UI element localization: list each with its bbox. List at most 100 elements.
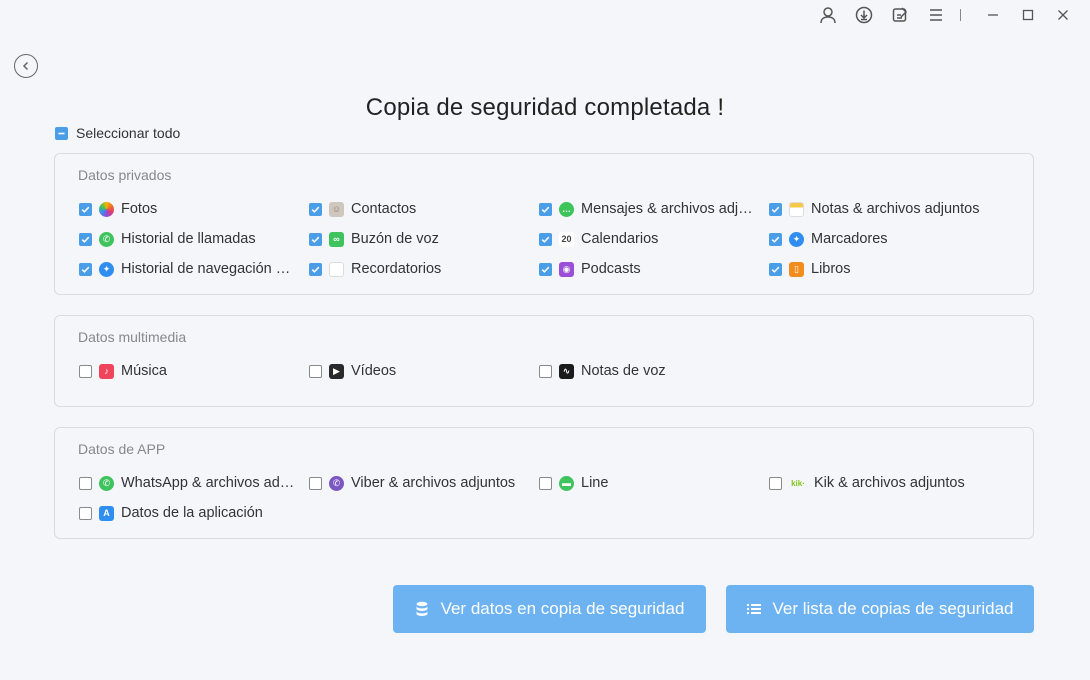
item-label: Marcadores [811, 231, 888, 247]
back-button[interactable] [14, 54, 38, 78]
database-icon [416, 601, 428, 616]
data-type-item[interactable]: ✦ Marcadores [769, 229, 888, 249]
videos-icon: ▶ [329, 363, 344, 379]
minimize-button[interactable] [975, 1, 1010, 29]
voice-memos-icon: ∿ [559, 363, 574, 379]
data-type-item[interactable]: ☺ Contactos [309, 199, 416, 219]
select-all-checkbox[interactable]: Seleccionar todo [55, 125, 180, 141]
data-type-item[interactable]: ▬ Line [539, 473, 608, 493]
item-label: Fotos [121, 201, 158, 217]
account-button[interactable] [810, 1, 846, 29]
notes-icon [789, 201, 804, 217]
data-type-item[interactable]: ♪ Música [79, 361, 167, 381]
data-type-item[interactable]: ▯ Libros [769, 259, 851, 279]
checked-checkbox-icon[interactable] [539, 262, 552, 276]
title-bar [810, 0, 1090, 30]
data-type-item[interactable]: A Datos de la aplicación [79, 503, 263, 523]
data-type-item[interactable]: ✆ WhatsApp & archivos adjuntos [79, 473, 296, 493]
multimedia-data-section: Datos multimedia ♪ Música ▶ Vídeos ∿ Notas de… [54, 315, 1034, 407]
view-backup-list-label: Ver lista de copias de seguridad [772, 599, 1014, 618]
item-label: Viber & archivos adjuntos [351, 475, 516, 491]
data-type-item[interactable]: ✦ Historial de navegación de Safari [79, 259, 296, 279]
data-type-item[interactable]: ◉ Podcasts [539, 259, 641, 279]
data-type-item[interactable]: 20 Calendarios [539, 229, 658, 249]
unchecked-checkbox-icon[interactable] [309, 364, 322, 378]
maximize-button[interactable] [1010, 1, 1045, 29]
unchecked-checkbox-icon[interactable] [309, 476, 322, 490]
item-label: Notas & archivos adjuntos [811, 201, 980, 217]
maximize-icon [1022, 9, 1033, 21]
checked-checkbox-icon[interactable] [769, 232, 782, 246]
calendar-icon: 20 [559, 231, 574, 247]
checked-checkbox-icon[interactable] [539, 202, 552, 216]
item-label: WhatsApp & archivos adjuntos [121, 475, 296, 491]
download-icon [855, 6, 873, 24]
section-title: Datos de APP [78, 441, 166, 457]
data-type-item[interactable]: ✆ Viber & archivos adjuntos [309, 473, 515, 493]
item-label: Notas de voz [581, 363, 666, 379]
data-type-item[interactable]: kik· Kik & archivos adjuntos [769, 473, 965, 493]
data-type-item[interactable]: Notas & archivos adjuntos [769, 199, 979, 219]
checked-checkbox-icon[interactable] [309, 262, 322, 276]
titlebar-divider [960, 9, 961, 21]
item-label: Buzón de voz [351, 231, 439, 247]
books-icon: ▯ [789, 261, 804, 277]
unchecked-checkbox-icon[interactable] [539, 364, 552, 378]
data-type-item[interactable]: ▶ Vídeos [309, 361, 396, 381]
data-type-item[interactable]: Recordatorios [309, 259, 441, 279]
whatsapp-icon: ✆ [99, 475, 114, 491]
checked-checkbox-icon[interactable] [79, 202, 92, 216]
checked-checkbox-icon[interactable] [769, 202, 782, 216]
close-icon [1057, 10, 1068, 20]
phone-icon: ✆ [99, 231, 114, 247]
item-label: Podcasts [581, 261, 641, 277]
list-icon [746, 604, 761, 614]
checked-checkbox-icon[interactable] [769, 262, 782, 276]
item-label: Line [581, 475, 609, 491]
data-type-item[interactable]: ∞ Buzón de voz [309, 229, 439, 249]
app-store-icon: A [99, 505, 114, 521]
data-type-item[interactable]: Fotos [79, 199, 157, 219]
item-label: Música [121, 363, 167, 379]
download-button[interactable] [846, 1, 882, 29]
item-label: Vídeos [351, 363, 397, 379]
unchecked-checkbox-icon[interactable] [79, 506, 92, 520]
feedback-button[interactable] [882, 1, 918, 29]
item-label: Historial de llamadas [121, 231, 256, 247]
checked-checkbox-icon[interactable] [539, 232, 552, 246]
data-type-item[interactable]: ✆ Historial de llamadas [79, 229, 256, 249]
app-data-section: Datos de APP ✆ WhatsApp & archivos adjunt… [54, 427, 1034, 539]
viber-icon: ✆ [329, 475, 344, 491]
menu-button[interactable] [918, 1, 954, 29]
item-label: Recordatorios [351, 261, 442, 277]
item-label: Calendarios [581, 231, 659, 247]
hamburger-menu-icon [930, 9, 942, 21]
unchecked-checkbox-icon[interactable] [79, 364, 92, 378]
checked-checkbox-icon[interactable] [309, 202, 322, 216]
reminders-icon [329, 261, 344, 277]
messages-icon: … [559, 201, 574, 217]
line-icon: ▬ [559, 475, 574, 491]
view-backup-list-button[interactable]: Ver lista de copias de seguridad [726, 585, 1034, 633]
unchecked-checkbox-icon[interactable] [79, 476, 92, 490]
view-backup-data-button[interactable]: Ver datos en copia de seguridad [393, 585, 706, 633]
section-title: Datos multimedia [78, 329, 187, 345]
unchecked-checkbox-icon[interactable] [539, 476, 552, 490]
item-label: Mensajes & archivos adjuntos [581, 201, 756, 217]
checked-checkbox-icon[interactable] [79, 232, 92, 246]
private-data-section: Datos privados Fotos ☺ Contactos … Mensajes … [54, 153, 1034, 295]
item-label: Libros [811, 261, 851, 277]
item-label: Kik & archivos adjuntos [814, 475, 965, 491]
safari-history-icon: ✦ [99, 261, 114, 277]
item-label: Historial de navegación de Safari [121, 261, 296, 277]
data-type-item[interactable]: … Mensajes & archivos adjuntos [539, 199, 756, 219]
checked-checkbox-icon[interactable] [79, 262, 92, 276]
edit-note-icon [892, 7, 908, 22]
partial-checkbox-icon [55, 126, 68, 140]
unchecked-checkbox-icon[interactable] [769, 476, 782, 490]
select-all-label: Seleccionar todo [76, 125, 181, 141]
checked-checkbox-icon[interactable] [309, 232, 322, 246]
item-label: Datos de la aplicación [121, 505, 263, 521]
data-type-item[interactable]: ∿ Notas de voz [539, 361, 666, 381]
close-button[interactable] [1045, 1, 1080, 29]
